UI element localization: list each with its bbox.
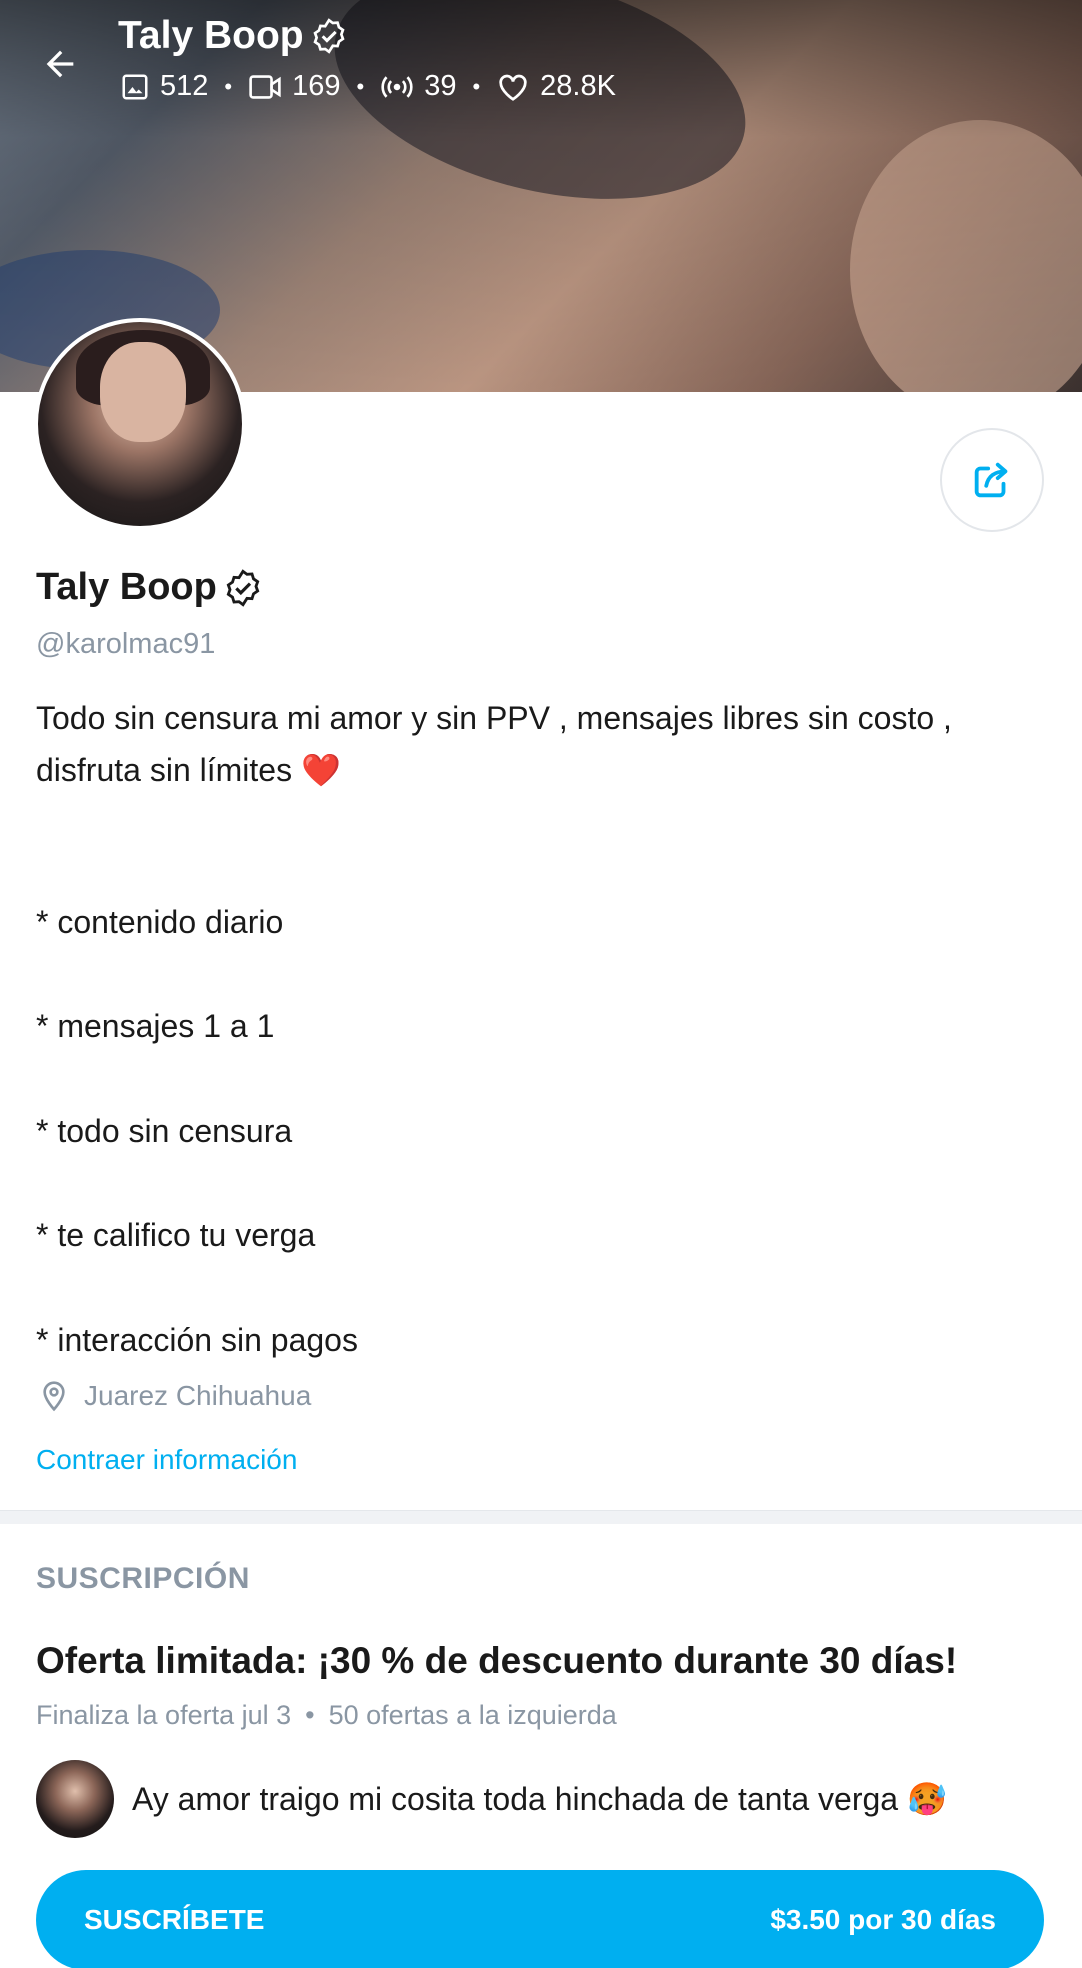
separator-dot: • (305, 1700, 315, 1730)
header-name: Taly Boop (118, 14, 304, 57)
promo-message: Ay amor traigo mi cosita toda hinchada d… (36, 1760, 1080, 1840)
header-title: Taly Boop (118, 14, 348, 58)
profile-avatar[interactable] (34, 318, 246, 530)
subscribe-button-price: $3.50 por 30 días (770, 1904, 996, 1935)
bio-list-item: * todo sin censura (36, 1113, 293, 1149)
live-stream-icon (381, 75, 413, 98)
collapse-info-link[interactable]: Contraer información (36, 1444, 297, 1476)
stat-streams-count: 39 (424, 70, 457, 102)
image-icon (122, 74, 148, 99)
separator-dot: • (224, 73, 233, 99)
profile-name-text: Taly Boop (36, 566, 217, 608)
message-text: Ay amor traigo mi cosita toda hinchada d… (132, 1781, 947, 1817)
separator-dot: • (356, 73, 365, 99)
stat-videos: 169 (248, 70, 340, 103)
location-pin-icon (43, 1381, 65, 1412)
top-bar: Taly Boop 512 • 169 • 39 • 28.8K (0, 0, 1082, 120)
stat-likes: 28.8K (496, 70, 616, 103)
offers-left: 50 ofertas a la izquierda (328, 1700, 617, 1730)
bio-list-item: * te califico tu verga (36, 1217, 316, 1253)
profile-bio: Todo sin censura mi amor y sin PPV , men… (36, 692, 1046, 796)
stat-likes-count: 28.8K (540, 70, 616, 102)
stat-videos-count: 169 (292, 70, 341, 102)
section-divider (0, 1510, 1082, 1524)
video-icon (249, 74, 281, 99)
back-button[interactable] (34, 38, 86, 90)
profile-location: Juarez Chihuahua (40, 1380, 311, 1412)
offer-meta: Finaliza la oferta jul 3 • 50 ofertas a … (36, 1700, 617, 1731)
share-button[interactable] (940, 428, 1044, 532)
offer-title: Oferta limitada: ¡30 % de descuento dura… (36, 1640, 958, 1681)
bio-list-item: * mensajes 1 a 1 (36, 1008, 275, 1044)
bio-list-item: * contenido diario (36, 904, 284, 940)
profile-name: Taly Boop (36, 566, 263, 609)
verified-badge-icon (313, 18, 345, 54)
location-text: Juarez Chihuahua (84, 1380, 312, 1411)
bio-list-item: * interacción sin pagos (36, 1322, 358, 1358)
separator-dot: • (472, 73, 481, 99)
profile-handle: @karolmac91 (36, 628, 216, 660)
message-avatar (36, 1760, 114, 1838)
verified-badge-icon (226, 568, 260, 607)
header-stats: 512 • 169 • 39 • 28.8K (120, 70, 616, 103)
bio-line: disfruta sin límites ❤️ (36, 752, 341, 788)
subscribe-button[interactable]: SUSCRÍBETE $3.50 por 30 días (36, 1870, 1044, 1968)
subscribe-button-label: SUSCRÍBETE (84, 1904, 265, 1935)
share-icon (974, 462, 1008, 498)
stat-photos-count: 512 (160, 70, 209, 102)
heart-icon (499, 74, 527, 101)
back-arrow-icon (46, 50, 74, 78)
stat-streams: 39 (380, 70, 456, 103)
avatar-shape (100, 342, 186, 442)
offer-end-date: Finaliza la oferta jul 3 (36, 1700, 292, 1730)
stat-photos: 512 (120, 70, 208, 103)
bio-line: Todo sin censura mi amor y sin PPV , men… (36, 700, 952, 736)
subscription-heading: SUSCRIPCIÓN (36, 1562, 250, 1595)
